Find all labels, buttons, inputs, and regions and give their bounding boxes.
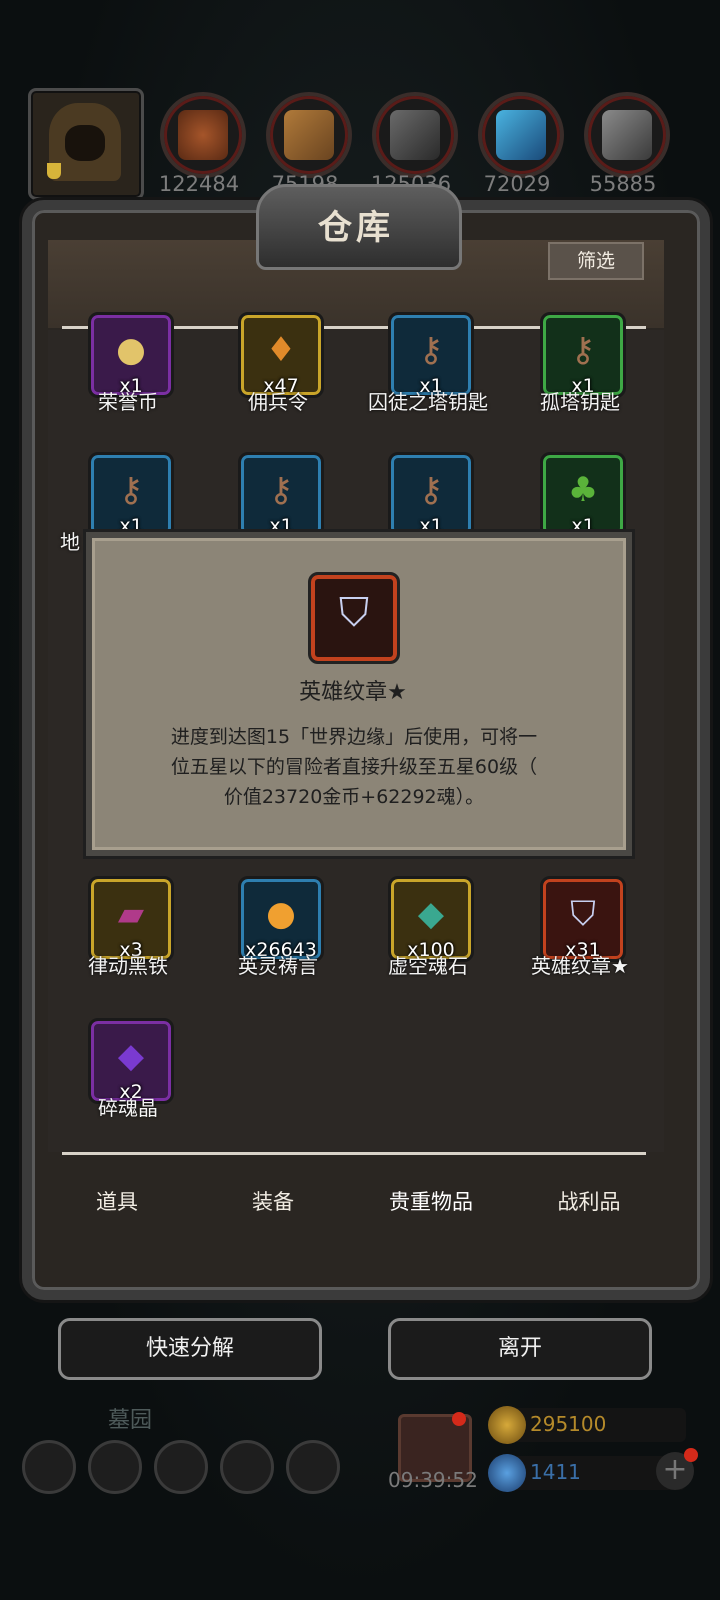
tooltip-desc-line: 进度到达图15「世界边缘」后使用，可将一 [170,726,538,748]
crystal-icon [496,110,546,160]
quick-decompose-button[interactable]: 快速分解 [58,1318,322,1380]
shop-icon[interactable] [154,1440,208,1494]
crest-icon: ⛉ [570,894,596,935]
item-name: 律动黑铁 [88,954,168,978]
steel-resource[interactable] [584,92,670,178]
meat-icon [178,110,228,160]
shard-icon: ◆ [117,1036,145,1077]
mail-icon[interactable] [220,1440,274,1494]
key-icon: ⚷ [570,330,596,371]
tooltip-item-name: 英雄纹章★ [299,680,407,705]
notification-dot [452,1412,466,1426]
bottom-divider [62,1152,646,1155]
gem-value: 1411 [530,1460,581,1484]
item-name: 碎魂晶 [98,1096,158,1120]
gold-icon [488,1406,526,1444]
tooltip-item-slot: ⛉ [308,572,400,664]
item-name: 孤塔钥匙 [540,390,620,414]
meat-value: 122484 [158,172,240,196]
filter-button[interactable]: 筛选 [548,242,644,280]
crest-icon: ⛉ [339,589,369,636]
face-shadow [65,125,105,161]
steel-icon [602,110,652,160]
tooltip-description: 进度到达图15「世界边缘」后使用，可将一 位五星以下的冒险者直接升级至五星60级… [124,722,584,812]
tab-loot[interactable]: 战利品 [514,1186,664,1216]
wood-icon [284,110,334,160]
item-name: 荣誉币 [98,390,158,414]
trophy-icon [47,163,61,179]
item-slot[interactable]: ♣ x1 [540,452,626,538]
emblem-icon[interactable] [88,1440,142,1494]
tab-equipment[interactable]: 装备 [198,1186,348,1216]
item-slot[interactable]: ⚷ x1 [388,452,474,538]
item-name: 囚徒之塔钥匙 [368,390,488,414]
crystal-value: 72029 [483,172,551,196]
gold-value: 295100 [530,1412,607,1436]
badge-icon: ♦ [265,330,297,371]
key-icon: ⚷ [118,470,144,511]
gem-icon [488,1454,526,1492]
tree-icon: ♣ [567,470,599,511]
item-name: 英灵祷言 [238,954,318,978]
steel-value: 55885 [589,172,657,196]
key-icon: ⚷ [418,330,444,371]
panel-title: 仓库 [318,208,394,248]
settings-icon[interactable] [22,1440,76,1494]
player-avatar[interactable] [28,88,144,200]
item-name: 虚空魂石 [388,954,468,978]
key-icon: ⚷ [268,470,294,511]
item-name: 英雄纹章★ [531,954,629,978]
item-name: 佣兵令 [248,390,308,414]
rank-icon[interactable] [286,1440,340,1494]
coin-icon: ● [116,330,146,371]
tooltip-desc-line: 位五星以下的冒险者直接升级至五星60级（ [170,756,538,778]
item-slot[interactable]: ⚷ x1 [238,452,324,538]
ingot-icon: ▰ [117,894,145,935]
key-icon: ⚷ [418,470,444,511]
orb-icon: ● [266,894,296,935]
tab-valuables[interactable]: 贵重物品 [356,1186,506,1216]
crystal-resource[interactable] [478,92,564,178]
gift-timer: 09:39:52 [388,1468,478,1492]
notification-dot [684,1448,698,1462]
iron-resource[interactable] [372,92,458,178]
wood-resource[interactable] [266,92,352,178]
meat-resource[interactable] [160,92,246,178]
leave-button[interactable]: 离开 [388,1318,652,1380]
stone-icon: ◆ [417,894,445,935]
location-label: 墓园 [108,1408,153,1433]
tab-items[interactable]: 道具 [42,1186,192,1216]
iron-icon [390,110,440,160]
tooltip-desc-line: 价值23720金币+62292魂）。 [223,786,485,808]
